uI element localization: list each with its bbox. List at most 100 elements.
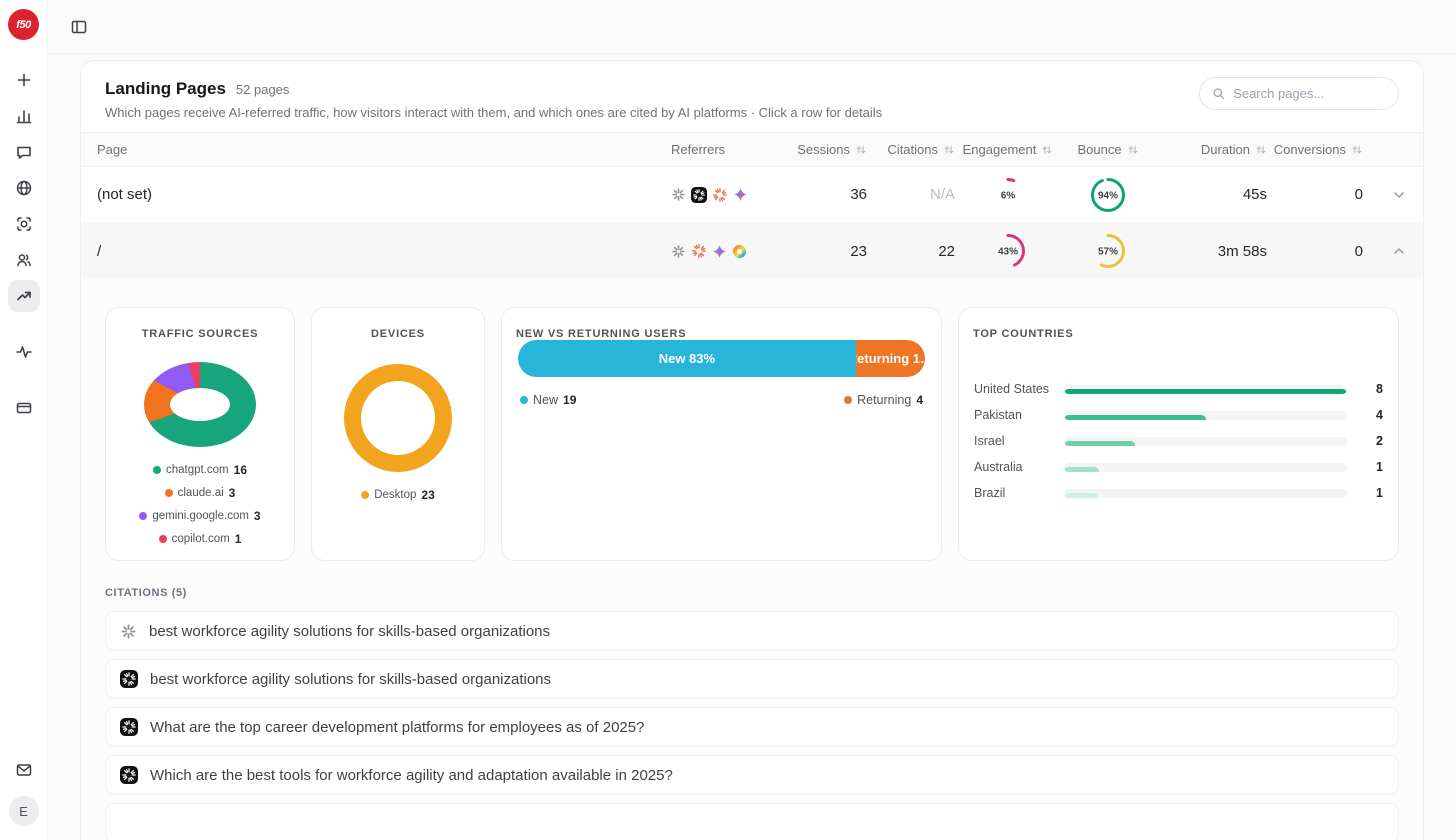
legend-item: New19 (520, 393, 576, 407)
main-area: Landing Pages 52 pages Which pages recei… (48, 0, 1456, 840)
citation-item[interactable] (105, 803, 1399, 840)
page-cell: / (97, 243, 671, 260)
citation-text: best workforce agility solutions for ski… (149, 623, 550, 640)
country-row: Brazil1 (974, 486, 1383, 500)
chevron-down-icon[interactable] (1391, 187, 1407, 203)
sort-icon (1351, 144, 1363, 156)
table-row[interactable]: (not set) 36 N/A 6% 94% 45s 0 (81, 167, 1423, 223)
citation-item[interactable]: Which are the best tools for workforce a… (105, 755, 1399, 795)
openai-icon (671, 244, 686, 259)
user-avatar[interactable]: E (9, 796, 39, 826)
chatgpt-app-icon (120, 766, 138, 784)
legend-dot (159, 535, 167, 543)
traffic-legend: chatgpt.com16 claude.ai3 gemini.google.c… (120, 463, 280, 546)
country-row: Israel2 (974, 434, 1383, 448)
citations-cell: 22 (867, 243, 955, 260)
duration-cell: 3m 58s (1155, 243, 1267, 260)
sort-icon (943, 144, 955, 156)
sessions-cell: 36 (789, 186, 867, 203)
citation-text: What are the top career development plat… (150, 719, 644, 736)
topbar (48, 0, 1456, 54)
citations-title: CITATIONS (5) (105, 587, 1399, 599)
bar-track (1064, 411, 1347, 420)
citation-item[interactable]: What are the top career development plat… (105, 707, 1399, 747)
col-conversions[interactable]: Conversions (1267, 142, 1363, 157)
col-duration[interactable]: Duration (1155, 142, 1267, 157)
chat-icon[interactable] (8, 136, 40, 168)
new-vs-returning-card: NEW VS RETURNING USERS New 83% Returning… (501, 307, 942, 561)
legend-dot (520, 396, 528, 404)
plus-icon[interactable] (8, 64, 40, 96)
sidebar-toggle-icon[interactable] (64, 12, 94, 42)
engagement-ring: 6% (955, 176, 1061, 214)
globe-icon[interactable] (8, 172, 40, 204)
chatgpt-app-icon (120, 670, 138, 688)
trending-up-icon[interactable] (8, 280, 40, 312)
devices-card: DEVICES Desktop23 (311, 307, 485, 561)
legend-dot (153, 466, 161, 474)
col-sessions[interactable]: Sessions (789, 142, 867, 157)
openai-icon (671, 187, 686, 202)
citations-cell: N/A (867, 186, 955, 203)
traffic-sources-card: TRAFFIC SOURCES chatgpt.com16 claude.ai3… (105, 307, 295, 561)
new-users-segment: New 83% (518, 340, 856, 377)
pages-count-badge: 52 pages (236, 82, 290, 97)
svg-text:94%: 94% (1098, 190, 1118, 201)
returning-users-segment: Returning 1… (856, 340, 925, 377)
legend-dot (139, 512, 147, 520)
search-box[interactable] (1199, 77, 1399, 110)
card-title: DEVICES (371, 328, 425, 340)
svg-text:43%: 43% (998, 247, 1018, 258)
bounce-ring: 57% (1061, 232, 1155, 270)
table-row[interactable]: / 23 22 43% 57% 3m 58s 0 (81, 223, 1423, 279)
legend-item: Returning4 (844, 393, 923, 407)
bar-track (1064, 385, 1347, 394)
citation-item[interactable]: best workforce agility solutions for ski… (105, 659, 1399, 699)
referrer-icons (671, 243, 789, 259)
duration-cell: 45s (1155, 186, 1267, 203)
claude-icon (691, 243, 707, 259)
col-citations[interactable]: Citations (867, 142, 955, 157)
chevron-up-icon[interactable] (1391, 243, 1407, 259)
scan-face-icon[interactable] (8, 208, 40, 240)
bar-chart-icon[interactable] (8, 100, 40, 132)
sidebar-nav (8, 64, 40, 424)
sidebar: f50 (0, 0, 48, 840)
legend-dot (844, 396, 852, 404)
countries-bar-list: United States8 Pakistan4 Israel2 Austral… (973, 382, 1384, 500)
bar-fill (1064, 441, 1135, 446)
bar-track (1064, 463, 1347, 472)
legend-item: Desktop23 (361, 488, 435, 502)
landing-pages-card: Landing Pages 52 pages Which pages recei… (80, 60, 1424, 840)
country-row: Pakistan4 (974, 408, 1383, 422)
activity-icon[interactable] (8, 336, 40, 368)
top-countries-card: TOP COUNTRIES United States8 Pakistan4 I… (958, 307, 1399, 561)
country-row: United States8 (974, 382, 1383, 396)
page-cell: (not set) (97, 186, 671, 203)
col-engagement[interactable]: Engagement (955, 142, 1061, 157)
card-header: Landing Pages 52 pages Which pages recei… (81, 61, 1423, 132)
legend-item: gemini.google.com3 (139, 509, 260, 523)
bar-fill (1064, 493, 1098, 498)
users-icon[interactable] (8, 244, 40, 276)
conversions-cell: 0 (1267, 243, 1363, 260)
gemini-icon (712, 244, 727, 259)
col-bounce[interactable]: Bounce (1061, 142, 1155, 157)
search-input[interactable] (1233, 86, 1386, 101)
sessions-cell: 23 (789, 243, 867, 260)
legend-item: claude.ai3 (165, 486, 236, 500)
citation-item[interactable]: best workforce agility solutions for ski… (105, 611, 1399, 651)
mail-icon[interactable] (8, 754, 40, 786)
sort-icon (1041, 144, 1053, 156)
stacked-bar-legend: New19 Returning4 (518, 393, 925, 407)
app-logo[interactable]: f50 (8, 9, 39, 40)
page-subtitle: Which pages receive AI-referred traffic,… (105, 105, 1399, 120)
legend-item: copilot.com1 (159, 532, 242, 546)
credit-card-icon[interactable] (8, 392, 40, 424)
search-icon (1212, 86, 1225, 101)
bounce-ring: 94% (1061, 176, 1155, 214)
card-title: NEW VS RETURNING USERS (516, 328, 927, 340)
devices-donut-chart (344, 364, 452, 472)
sort-icon (1127, 144, 1139, 156)
legend-item: chatgpt.com16 (153, 463, 247, 477)
